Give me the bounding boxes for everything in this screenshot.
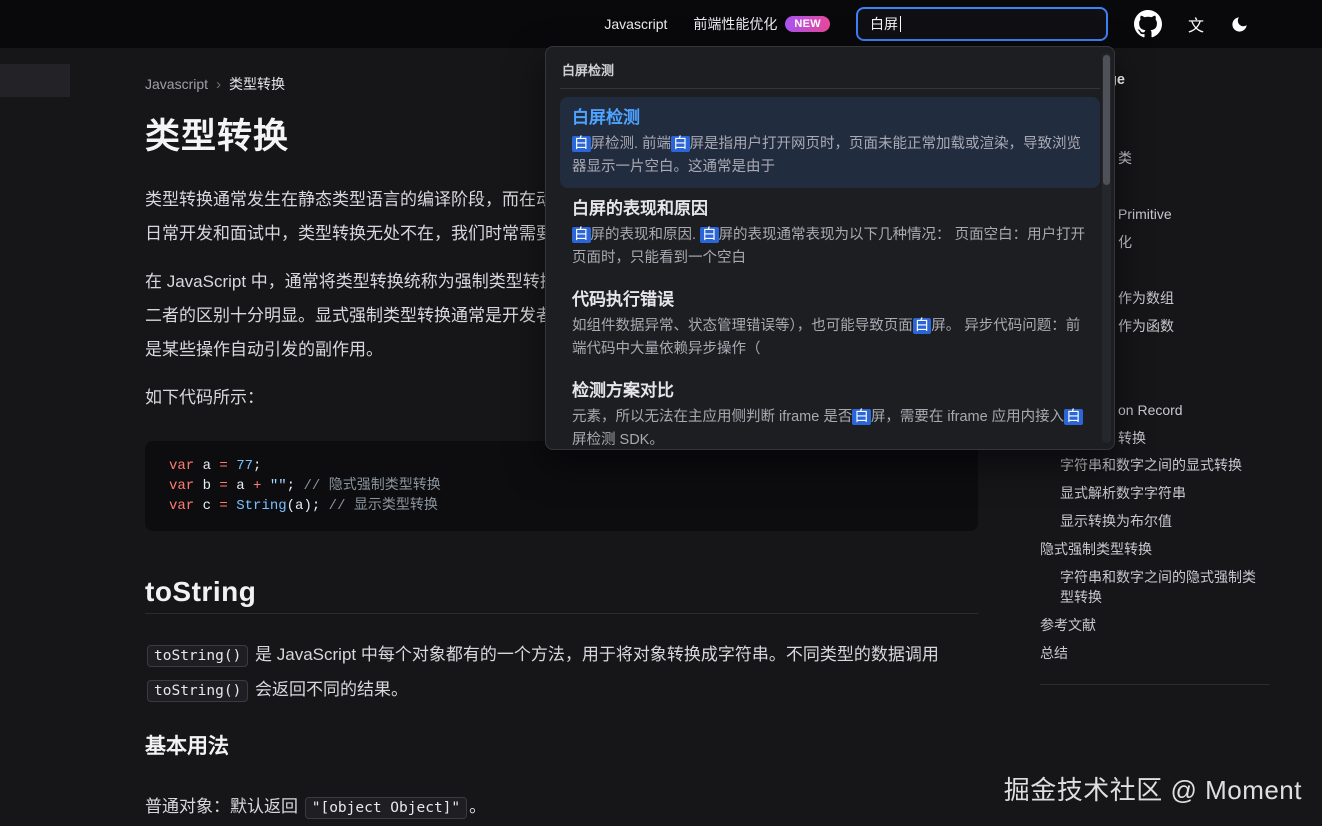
code-content: var a = 77;var b = a + ""; // 隐式强制类型转换va… — [169, 456, 954, 516]
search-result-title: 白屏的表现和原因 — [572, 197, 1088, 221]
toc-item-to-boolean[interactable]: 显示转换为布尔值 — [1060, 511, 1172, 531]
search-result-daima-zhixing-cuowu[interactable]: 代码执行错误 如组件数据异常、状态管理错误等），也可能导致页面白屏。 异步代码问… — [560, 279, 1100, 370]
search-result-baiping-jiance[interactable]: 白屏检测 白屏检测. 前端白屏是指用户打开网页时，页面未能正常加载或渲染，导致浏… — [560, 97, 1100, 188]
breadcrumb-chevron-icon: › — [216, 76, 221, 93]
toc-item[interactable]: on Record — [1118, 400, 1183, 420]
new-badge: NEW — [785, 16, 830, 32]
toc-item-implicit-string-number[interactable]: 字符串和数字之间的隐式强制类型转换 — [1060, 567, 1265, 607]
toc-item[interactable]: 作为数组 — [1118, 288, 1174, 308]
search-group-header: 白屏检测 — [546, 47, 1114, 79]
nav-link-performance[interactable]: 前端性能优化 NEW — [693, 14, 830, 34]
search-result-desc: 白屏检测. 前端白屏是指用户打开网页时，页面未能正常加载或渲染，导致浏览器显示一… — [572, 133, 1088, 179]
breadcrumb-section[interactable]: Javascript — [145, 76, 208, 92]
toc-item[interactable]: Primitive — [1118, 204, 1172, 224]
top-navbar: Javascript 前端性能优化 NEW 白屏 文 — [0, 0, 1322, 48]
code-line: var c = String(a); // 显示类型转换 — [169, 496, 954, 516]
code-line: var a = 77; — [169, 456, 954, 476]
code-line: var b = a + ""; // 隐式强制类型转换 — [169, 476, 954, 496]
moon-icon[interactable] — [1230, 15, 1249, 34]
paragraph-plain-object: 普通对象：默认返回 "[object Object]"。 — [145, 790, 978, 825]
toc-divider — [1040, 684, 1270, 685]
sidebar-stub — [0, 64, 70, 97]
search-results-list: 白屏检测 白屏检测. 前端白屏是指用户打开网页时，页面未能正常加载或渲染，导致浏… — [546, 89, 1114, 450]
heading-tostring: toString — [145, 575, 978, 614]
search-result-desc: 白屏的表现和原因. 白屏的表现通常表现为以下几种情况： 页面空白：用户打开页面时… — [572, 224, 1088, 270]
nav-link-javascript[interactable]: Javascript — [604, 16, 667, 32]
toc-item[interactable]: 化 — [1118, 232, 1132, 252]
dropdown-scrollbar-track[interactable] — [1102, 53, 1111, 443]
search-result-title: 白屏检测 — [572, 106, 1088, 130]
toc-item-implicit-coercion[interactable]: 隐式强制类型转换 — [1040, 539, 1152, 559]
nav-link-performance-label: 前端性能优化 — [693, 14, 777, 34]
community-watermark: 掘金技术社区 @ Moment — [1004, 770, 1302, 807]
toc-item[interactable]: 作为函数 — [1118, 316, 1174, 336]
search-result-title: 检测方案对比 — [572, 379, 1088, 403]
toc-item-references[interactable]: 参考文献 — [1040, 615, 1096, 635]
search-input-value: 白屏 — [870, 14, 898, 34]
search-input[interactable]: 白屏 — [856, 7, 1108, 41]
toc-item-explicit-string-number[interactable]: 字符串和数字之间的显式转换 — [1060, 455, 1242, 475]
translate-icon[interactable]: 文 — [1188, 12, 1204, 36]
search-result-title: 代码执行错误 — [572, 288, 1088, 312]
search-result-desc: 如组件数据异常、状态管理错误等），也可能导致页面白屏。 异步代码问题：前端代码中… — [572, 315, 1088, 361]
code-block-conversion: var a = 77;var b = a + ""; // 隐式强制类型转换va… — [145, 441, 978, 531]
search-result-jiance-fangan-duibi[interactable]: 检测方案对比 元素，所以无法在主应用侧判断 iframe 是否白屏，需要在 if… — [560, 370, 1100, 450]
heading-basic-usage: 基本用法 — [145, 730, 978, 760]
text-caret — [900, 16, 901, 32]
paragraph-tostring: toString() 是 JavaScript 中每个对象都有的一个方法，用于将… — [145, 638, 978, 708]
dropdown-scrollbar-thumb[interactable] — [1103, 55, 1110, 185]
github-icon[interactable] — [1134, 10, 1162, 38]
breadcrumb-page: 类型转换 — [229, 74, 285, 94]
search-result-desc: 元素，所以无法在主应用侧判断 iframe 是否白屏，需要在 iframe 应用… — [572, 406, 1088, 450]
search-result-biaoxian-yuanyin[interactable]: 白屏的表现和原因 白屏的表现和原因. 白屏的表现通常表现为以下几种情况： 页面空… — [560, 188, 1100, 279]
toc-item[interactable]: 类 — [1118, 148, 1132, 168]
toc-item-summary[interactable]: 总结 — [1040, 643, 1068, 663]
search-results-dropdown: 白屏检测 白屏检测 白屏检测. 前端白屏是指用户打开网页时，页面未能正常加载或渲… — [545, 46, 1115, 450]
toc-item[interactable]: 转换 — [1118, 428, 1146, 448]
toc-item-parse-number-string[interactable]: 显式解析数字字符串 — [1060, 483, 1186, 503]
